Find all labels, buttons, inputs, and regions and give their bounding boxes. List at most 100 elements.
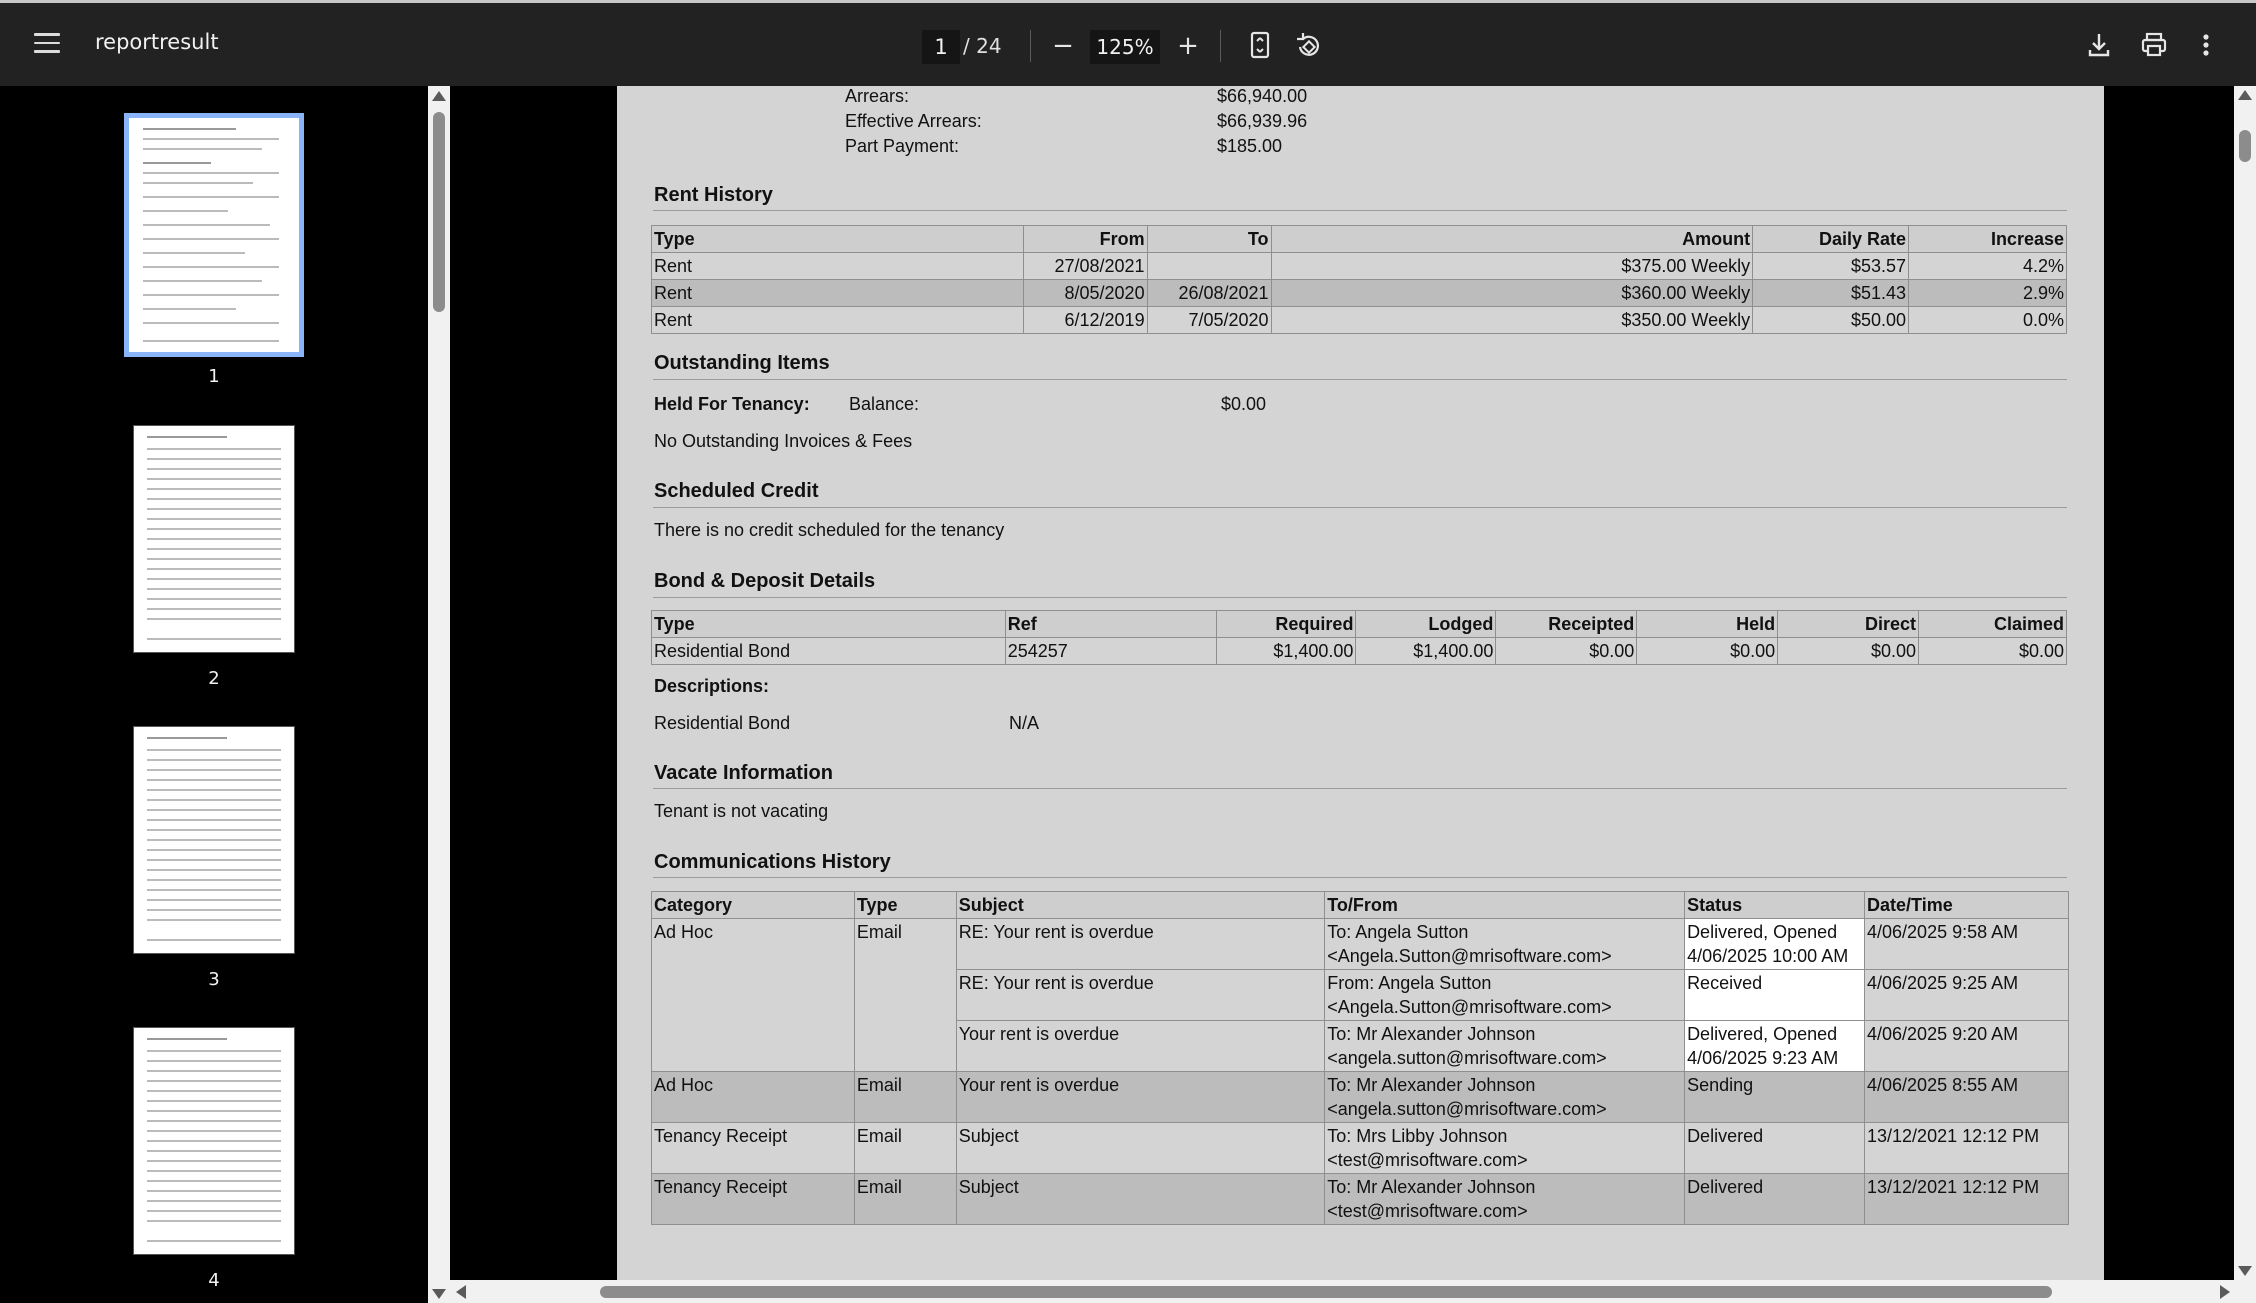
vertical-scrollbar[interactable] [2234,86,2256,1280]
table-cell: 0.0% [1908,306,2067,334]
page-thumbnail-1[interactable] [124,113,304,357]
balance-label: Balance: [849,394,920,414]
section-divider [653,877,2067,878]
column-header: Ref [1004,610,1217,638]
table-cell: 254257 [1004,637,1217,665]
table-cell: $51.43 [1752,279,1910,307]
table-cell: Sending [1684,1071,1866,1123]
table-cell: Subject [955,1122,1326,1174]
table-cell: To: Mr Alexander Johnson <angela.sutton@m… [1324,1071,1686,1123]
recipient-email: <angela.sutton@mrisoftware.com> [1327,1099,1607,1119]
table-cell: To: Mrs Libby Johnson <test@mrisoftware.c… [1324,1122,1686,1174]
table-cell: Rent [651,279,1024,307]
zoom-in-button[interactable]: + [1174,31,1202,61]
section-title-scheduled-credit: Scheduled Credit [654,480,819,502]
table-cell: Email [853,1071,957,1123]
table-row: Rent 27/08/2021 $375.00 Weekly $53.57 4.… [651,252,2067,280]
table-cell: $0.00 [1777,637,1920,665]
outstanding-note: No Outstanding Invoices & Fees [654,431,913,451]
table-cell: Email [853,918,957,1072]
table-cell: RE: Your rent is overdue [955,918,1326,970]
column-header: To/From [1324,891,1686,919]
recipient-email: <angela.sutton@mrisoftware.com> [1327,1048,1607,1068]
table-row: Rent 8/05/2020 26/08/2021 $360.00 Weekly… [651,279,2067,307]
section-title-vacate: Vacate Information [654,762,833,784]
table-cell: Email [853,1122,957,1174]
column-header: Date/Time [1864,891,2069,919]
section-divider [653,507,2067,508]
held-for-tenancy-label: Held For Tenancy: [654,394,810,414]
status-text: Delivered [1687,1177,1764,1197]
page-thumbnail-3[interactable] [133,726,295,954]
table-cell [1146,252,1272,280]
sidebar-scroll-up[interactable] [432,91,446,101]
zoom-level[interactable]: 125% [1090,30,1160,64]
vertical-scroll-thumb[interactable] [2239,130,2251,162]
section-divider [653,788,2067,789]
table-cell: 4/06/2025 9:58 AM [1864,918,2069,970]
table-header-row: Category Type Subject To/From Status Dat… [651,891,2069,919]
toolbar-divider [1030,30,1031,62]
pdf-page: Arrears: $66,940.00 Effective Arrears: $… [617,86,2104,1280]
scheduled-credit-note: There is no credit scheduled for the ten… [654,520,1005,540]
hamburger-menu-icon[interactable] [34,33,60,55]
table-cell: 8/05/2020 [1022,279,1148,307]
page-thumbnail-2[interactable] [133,425,295,653]
sidebar-scroll-down[interactable] [432,1289,446,1299]
scroll-left-arrow[interactable] [456,1285,466,1299]
table-cell: Rent [651,306,1024,334]
table-cell: 4/06/2025 8:55 AM [1864,1071,2069,1123]
section-title-bond: Bond & Deposit Details [654,570,876,592]
download-icon[interactable] [2086,31,2112,59]
table-cell: 13/12/2021 12:12 PM [1864,1122,2069,1174]
scroll-up-arrow[interactable] [2238,90,2252,100]
table-cell: Email [853,1173,957,1225]
zoom-out-button[interactable]: − [1050,31,1076,61]
scroll-right-arrow[interactable] [2220,1285,2230,1299]
status-text: Received [1687,973,1763,993]
table-cell: Your rent is overdue [955,1020,1326,1072]
summary-label: Arrears: [845,86,910,106]
rent-history-table: Type From To Amount Daily Rate Increase … [651,225,2067,334]
page-thumbnail-4[interactable] [133,1027,295,1255]
column-header: Receipted [1495,610,1638,638]
sidebar-scroll-thumb[interactable] [433,112,445,312]
column-header: Amount [1270,225,1754,253]
section-title-rent-history: Rent History [654,184,773,206]
table-cell: Tenancy Receipt [651,1173,855,1225]
summary-value: $185.00 [1217,136,1283,156]
table-cell: $350.00 Weekly [1270,306,1754,334]
page-number-input[interactable] [922,30,960,64]
scroll-down-arrow[interactable] [2238,1266,2252,1276]
table-cell: Subject [955,1173,1326,1225]
column-header: Status [1684,891,1866,919]
table-row: Tenancy Receipt Email Subject To: Mrs Li… [651,1122,2069,1174]
table-cell: $0.00 [1918,637,2067,665]
table-cell: Delivered, Opened 4/06/2025 10:00 AM [1684,918,1866,970]
summary-label: Effective Arrears: [845,111,982,131]
table-cell: Ad Hoc [651,918,855,1072]
recipient-name: To: Mr Alexander Johnson [1327,1024,1536,1044]
column-header: Required [1215,610,1357,638]
rotate-icon[interactable] [1294,31,1324,61]
print-icon[interactable] [2140,32,2168,58]
pdf-toolbar: reportresult / 24 − 125% + [0,0,2256,86]
column-header: Type [853,891,957,919]
column-header: Direct [1777,610,1920,638]
recipient-email: <test@mrisoftware.com> [1327,1201,1528,1221]
toolbar-divider [1220,30,1221,62]
table-cell: RE: Your rent is overdue [955,969,1326,1021]
section-divider [653,379,2067,380]
column-header: Held [1636,610,1779,638]
table-cell: Received [1684,969,1866,1021]
more-vert-icon[interactable] [2202,33,2210,57]
column-header: To [1146,225,1272,253]
table-cell: To: Mr Alexander Johnson <angela.sutton@m… [1324,1020,1686,1072]
horizontal-scroll-thumb[interactable] [600,1286,2052,1298]
section-title-communications: Communications History [654,851,891,873]
fit-page-icon[interactable] [1248,31,1272,59]
document-title: reportresult [95,30,219,54]
status-text: Sending [1687,1075,1754,1095]
table-cell: $360.00 Weekly [1270,279,1754,307]
page-total: / 24 [963,34,1002,58]
